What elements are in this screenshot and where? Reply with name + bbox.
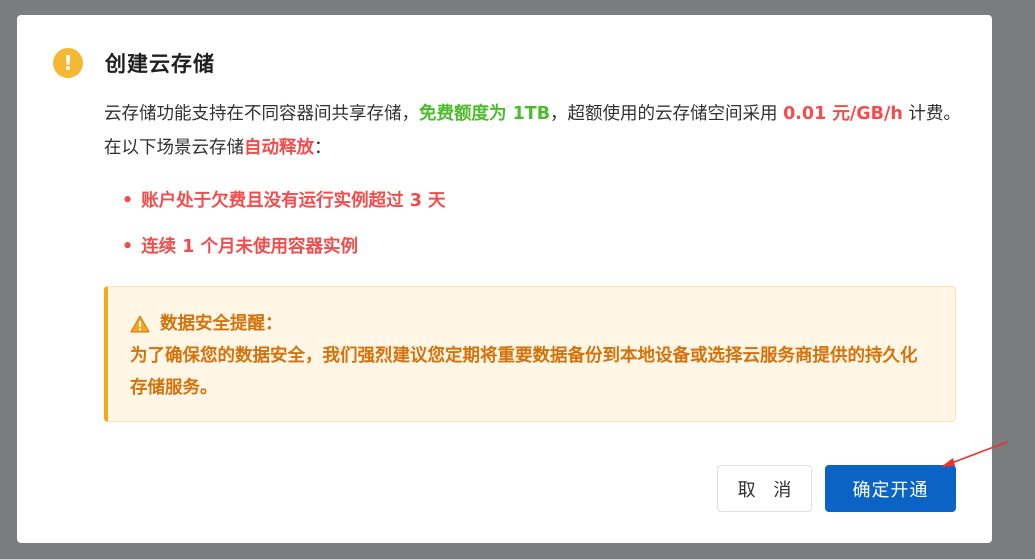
dialog-title: 创建云存储	[105, 52, 215, 76]
cancel-button[interactable]: 取 消	[717, 465, 812, 512]
annotation-arrow-icon	[941, 441, 1008, 467]
free-quota-highlight: 免费额度为 1TB	[419, 104, 551, 124]
dialog-header: ! 创建云存储	[53, 48, 215, 78]
auto-release-highlight: 自动释放	[244, 138, 314, 158]
list-item-text: 账户处于欠费且没有运行实例超过 3 天	[141, 191, 446, 211]
alert-body: 为了确保您的数据安全，我们强烈建议您定期将重要数据备份到本地设备或选择云服务商提…	[130, 346, 918, 398]
price-highlight: 0.01 元/GB/h	[783, 104, 903, 124]
alert-title: 数据安全提醒：	[160, 314, 283, 334]
list-item: • 连续 1 个月未使用容器实例	[122, 237, 359, 257]
release-conditions-list: • 账户处于欠费且没有运行实例超过 3 天 • 连续 1 个月未使用容器实例	[122, 186, 446, 278]
description-text: ，超额使用的云存储空间采用	[550, 104, 784, 124]
exclamation-circle-icon: !	[53, 48, 83, 78]
data-security-alert: 数据安全提醒： 为了确保您的数据安全，我们强烈建议您定期将重要数据备份到本地设备…	[104, 286, 956, 422]
warning-triangle-icon	[130, 315, 150, 333]
create-cloud-storage-dialog: ! 创建云存储 云存储功能支持在不同容器间共享存储，免费额度为 1TB，超额使用…	[17, 15, 992, 543]
dialog-description: 云存储功能支持在不同容器间共享存储，免费额度为 1TB，超额使用的云存储空间采用…	[104, 97, 964, 165]
alert-header: 数据安全提醒：	[130, 308, 933, 340]
description-text: 云存储功能支持在不同容器间共享存储，	[104, 104, 419, 124]
list-item-text: 连续 1 个月未使用容器实例	[141, 237, 359, 257]
description-text: ：	[314, 138, 332, 158]
dialog-footer: 取 消 确定开通	[717, 465, 956, 512]
list-item: • 账户处于欠费且没有运行实例超过 3 天	[122, 191, 446, 211]
